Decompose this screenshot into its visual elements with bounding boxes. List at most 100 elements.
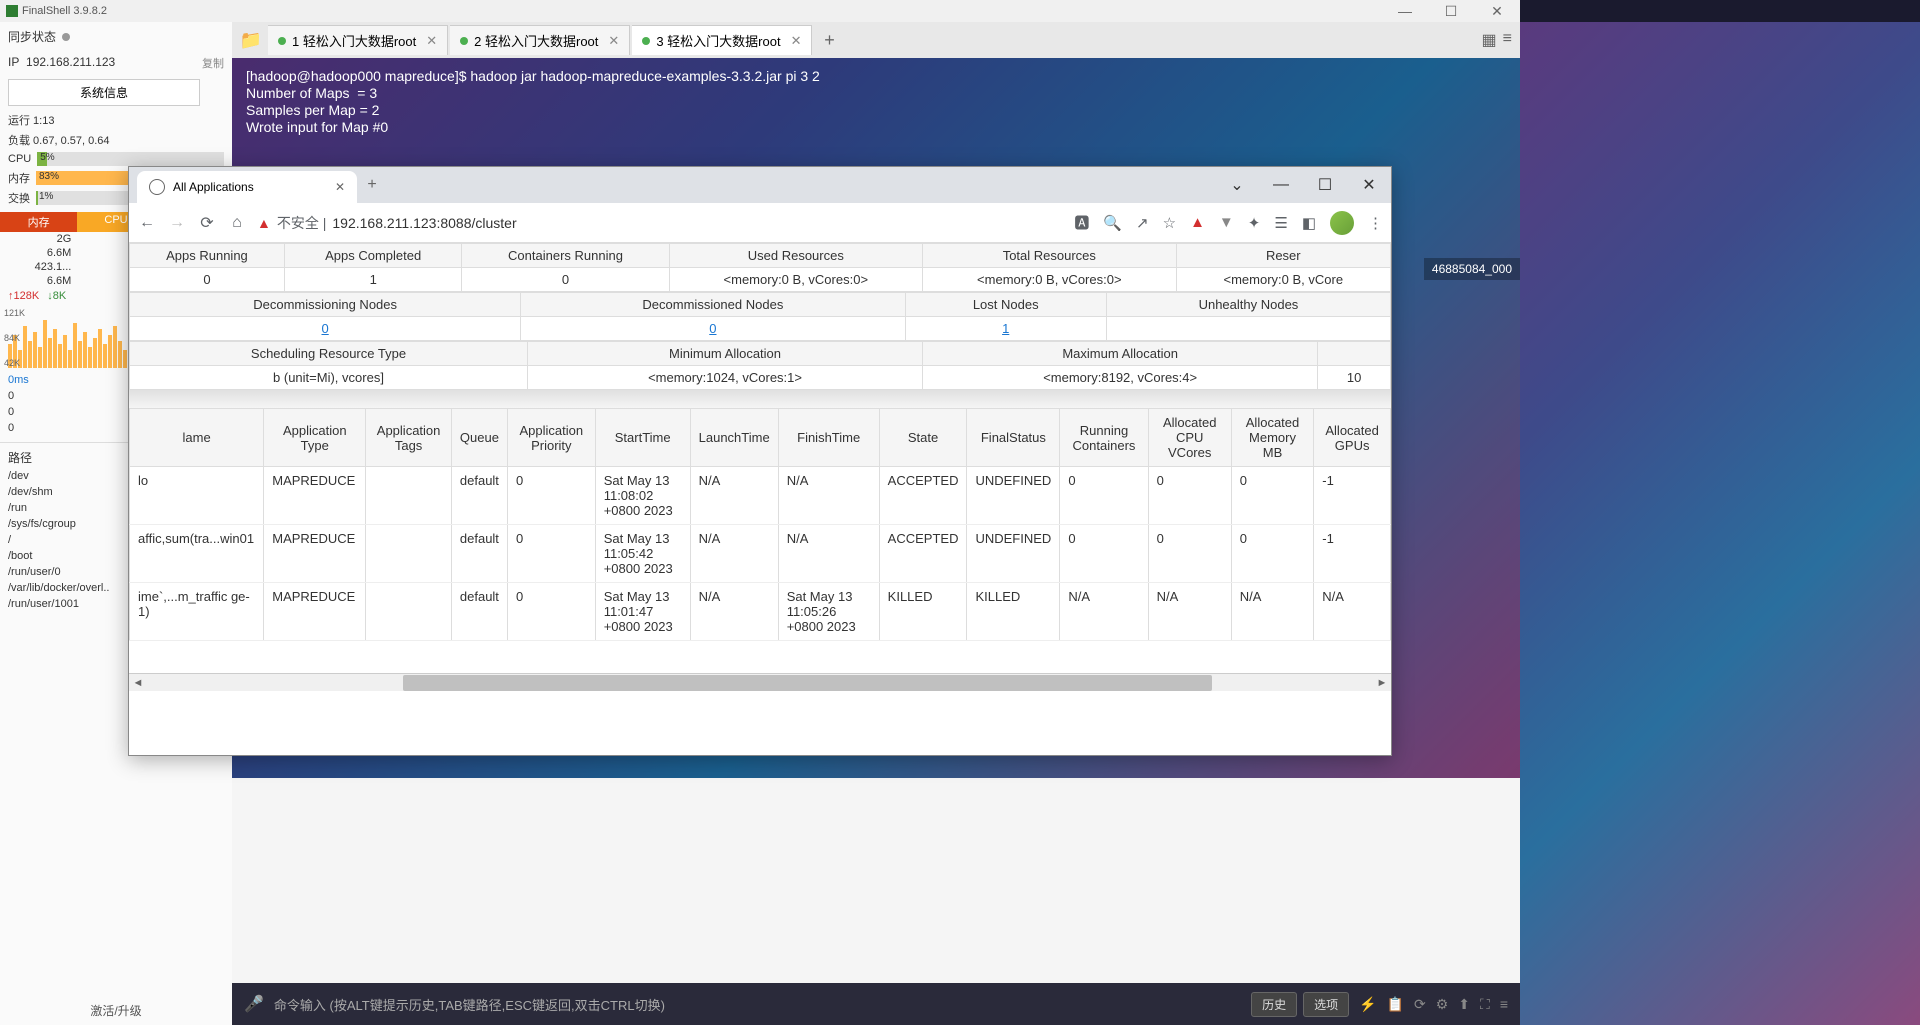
browser-menu-icon[interactable]: ⋮ [1368, 214, 1383, 232]
column-header[interactable]: Queue [451, 409, 507, 467]
metric-link[interactable]: 0 [322, 321, 329, 336]
profile-avatar[interactable] [1330, 211, 1354, 235]
column-header[interactable]: Application Priority [507, 409, 595, 467]
browser-tab-close[interactable]: ✕ [335, 180, 345, 194]
column-header[interactable]: Allocated CPU VCores [1148, 409, 1231, 467]
menu-icon[interactable]: ≡ [1500, 996, 1508, 1013]
warning-icon: ▲ [257, 215, 271, 231]
options-button[interactable]: 选项 [1303, 992, 1349, 1017]
expand-icon[interactable]: ⛶ [1480, 996, 1490, 1013]
column-header[interactable]: Application Tags [366, 409, 452, 467]
column-header[interactable]: Application Type [264, 409, 366, 467]
share-icon[interactable]: ↗ [1136, 214, 1149, 232]
tab-close-icon[interactable]: ✕ [791, 33, 802, 49]
browser-minimize[interactable]: — [1259, 167, 1303, 203]
scroll-left-icon[interactable]: ◄ [129, 677, 147, 689]
activate-link[interactable]: 激活/升级 [0, 1002, 232, 1019]
app-title: FinalShell 3.9.8.2 [22, 5, 107, 17]
app-logo-icon [6, 5, 18, 17]
command-input[interactable]: 命令输入 (按ALT键提示历史,TAB键路径,ESC键返回,双击CTRL切换) [274, 995, 1241, 1014]
list-view-icon[interactable]: ≡ [1503, 30, 1512, 50]
titlebar: FinalShell 3.9.8.2 [0, 0, 1520, 22]
browser-close[interactable]: ✕ [1347, 167, 1391, 203]
runtime-label: 运行 1:13 [0, 110, 232, 130]
url-text: 192.168.211.123:8088/cluster [332, 215, 516, 231]
net-up: ↑128K [8, 290, 39, 302]
browser-tab[interactable]: All Applications ✕ [137, 171, 357, 203]
session-tab[interactable]: 2 轻松入门大数据root✕ [450, 25, 630, 55]
table-row[interactable]: affic,sum(tra...win01MAPREDUCEdefault0Sa… [130, 525, 1391, 583]
ip-value: 192.168.211.123 [26, 55, 115, 69]
folder-icon[interactable]: 📁 [236, 25, 266, 55]
sync-label: 同步状态 [8, 28, 56, 45]
metric-link[interactable]: 0 [709, 321, 716, 336]
browser-maximize[interactable]: ☐ [1303, 167, 1347, 203]
url-bar[interactable]: ▲ 不安全 | 192.168.211.123:8088/cluster [257, 213, 1064, 233]
browser-window: All Applications ✕ + ⌄ — ☐ ✕ ← → ⟳ ⌂ ▲ 不… [128, 166, 1392, 756]
cluster-metrics-1: Apps RunningApps CompletedContainers Run… [129, 243, 1391, 292]
column-header[interactable]: Running Containers [1060, 409, 1148, 467]
tab-close-icon[interactable]: ✕ [608, 33, 619, 49]
status-dot-icon [278, 37, 286, 45]
command-bar: 🎤 命令输入 (按ALT键提示历史,TAB键路径,ESC键返回,双击CTRL切换… [232, 983, 1520, 1025]
upload-icon[interactable]: ⬆ [1458, 996, 1470, 1013]
add-tab-button[interactable]: + [814, 30, 844, 51]
session-tab[interactable]: 1 轻松入门大数据root✕ [268, 25, 448, 55]
back-button[interactable]: ← [137, 214, 157, 232]
column-header[interactable]: LaunchTime [690, 409, 778, 467]
column-header[interactable]: State [879, 409, 967, 467]
home-button[interactable]: ⌂ [227, 214, 247, 232]
column-header[interactable]: FinalStatus [967, 409, 1060, 467]
tab-bar: 📁 1 轻松入门大数据root✕2 轻松入门大数据root✕3 轻松入门大数据r… [232, 22, 1520, 58]
status-dot-icon [460, 37, 468, 45]
latency-value: 0ms [8, 374, 29, 386]
reading-list-icon[interactable]: ☰ [1274, 214, 1287, 232]
scroll-thumb[interactable] [403, 675, 1212, 691]
cpu-meter: 5% [37, 152, 224, 166]
load-label: 负载 0.67, 0.57, 0.64 [0, 130, 232, 150]
history-button[interactable]: 历史 [1251, 992, 1297, 1017]
column-header[interactable]: FinishTime [778, 409, 879, 467]
maximize-button[interactable]: ☐ [1428, 0, 1474, 22]
grid-view-icon[interactable]: ▦ [1482, 30, 1497, 50]
metric-link[interactable]: 1 [1002, 321, 1009, 336]
session-tab[interactable]: 3 轻松入门大数据root✕ [632, 25, 812, 55]
clipboard-icon[interactable]: 📋 [1387, 996, 1404, 1013]
sidepanel-icon[interactable]: ◧ [1302, 214, 1316, 232]
scroll-right-icon[interactable]: ► [1373, 677, 1391, 689]
minimize-button[interactable]: — [1382, 0, 1428, 22]
column-header[interactable]: StartTime [595, 409, 690, 467]
column-header[interactable]: Allocated Memory MB [1231, 409, 1313, 467]
mic-icon[interactable]: 🎤 [244, 994, 264, 1014]
zoom-icon[interactable]: 🔍 [1103, 214, 1122, 232]
reload-button[interactable]: ⟳ [197, 213, 217, 233]
ext-icon-2[interactable]: ▼ [1219, 214, 1234, 231]
swap-label: 交换 [8, 190, 30, 206]
browser-new-tab[interactable]: + [357, 167, 387, 203]
applications-table: lameApplication TypeApplication TagsQueu… [129, 408, 1391, 641]
status-dot-icon [642, 37, 650, 45]
bolt-icon[interactable]: ⚡ [1359, 996, 1376, 1013]
copy-ip-button[interactable]: 复制 [202, 55, 224, 71]
column-header[interactable]: Allocated GPUs [1314, 409, 1391, 467]
refresh-icon[interactable]: ⟳ [1414, 996, 1426, 1013]
system-info-button[interactable]: 系统信息 [8, 79, 200, 106]
extensions-icon[interactable]: ✦ [1248, 214, 1261, 232]
ext-icon-1[interactable]: ▲ [1190, 214, 1205, 231]
table-row[interactable]: ime`,...m_traffic ge-1)MAPREDUCEdefault0… [130, 583, 1391, 641]
browser-scrollbar[interactable]: ◄ ► [129, 673, 1391, 691]
browser-dropdown-icon[interactable]: ⌄ [1215, 167, 1259, 203]
close-button[interactable]: ✕ [1474, 0, 1520, 22]
star-icon[interactable]: ☆ [1163, 214, 1176, 232]
browser-tab-title: All Applications [173, 180, 254, 194]
column-header[interactable]: lame [130, 409, 264, 467]
net-down: ↓8K [47, 290, 66, 302]
translate-icon[interactable]: 🅰 [1074, 212, 1089, 233]
forward-button[interactable]: → [167, 214, 187, 232]
cluster-metrics-2: Decommissioning NodesDecommissioned Node… [129, 292, 1391, 341]
window-controls: — ☐ ✕ [1382, 0, 1520, 22]
gear-icon[interactable]: ⚙ [1436, 996, 1449, 1013]
tab-close-icon[interactable]: ✕ [426, 33, 437, 49]
globe-icon [149, 179, 165, 195]
table-row[interactable]: loMAPREDUCEdefault0Sat May 13 11:08:02 +… [130, 467, 1391, 525]
